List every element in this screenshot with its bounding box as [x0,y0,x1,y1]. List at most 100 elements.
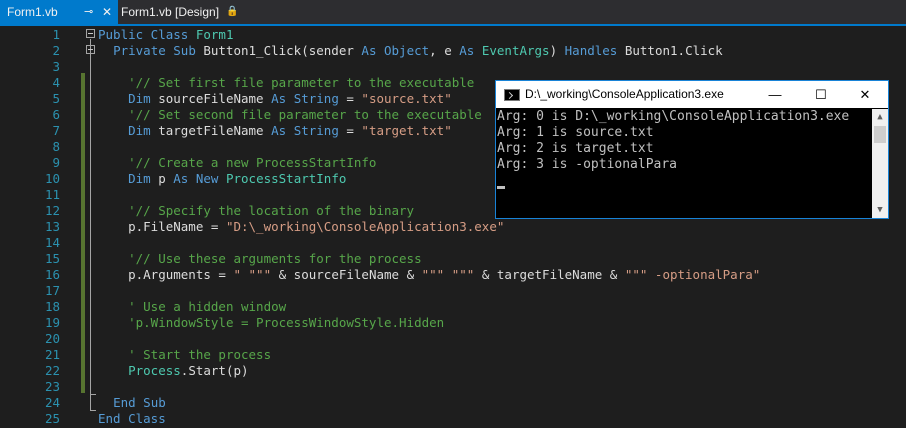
code-line[interactable]: 2 Private Sub Button1_Click(sender As Ob… [0,43,906,59]
code-text[interactable]: p.Arguments = " """ & sourceFileName & "… [98,267,760,283]
code-token: Button1.Click [624,43,723,58]
line-number: 13 [44,219,60,234]
code-text[interactable]: p.FileName = "D:\_working\ConsoleApplica… [98,219,504,235]
line-number: 15 [44,251,60,266]
minimize-button[interactable]: — [752,81,798,108]
code-text[interactable]: End Class [98,411,166,427]
code-text[interactable]: '// Set second file parameter to the exe… [98,107,482,123]
console-scrollbar[interactable]: ▲ ▼ [872,109,888,218]
string-token: """ -optionalPara" [624,267,761,282]
code-text[interactable]: '// Use these arguments for the process [98,251,422,267]
output-line: Arg: 2 is target.txt [497,141,654,156]
line-number: 3 [52,59,60,74]
code-line[interactable]: 13 p.FileName = "D:\_working\ConsoleAppl… [0,219,906,235]
code-line[interactable]: 3 [0,59,906,75]
code-line[interactable]: 15 '// Use these arguments for the proce… [0,251,906,267]
line-number: 10 [44,171,60,186]
code-token: p.Arguments = [98,267,234,282]
code-line[interactable]: 24 End Sub [0,395,906,411]
line-number: 25 [44,411,60,426]
code-text[interactable]: Process.Start(p) [98,363,248,379]
keyword-token: As [459,43,482,58]
line-number: 16 [44,267,60,282]
type-token: ProcessStartInfo [225,171,347,186]
line-number: 7 [52,123,60,138]
code-line[interactable]: 16 p.Arguments = " """ & sourceFileName … [0,267,906,283]
tab-form1-design[interactable]: Form1.vb [Design] 🔒 [118,0,238,24]
code-text[interactable]: ' Use a hidden window [98,299,286,315]
comment-token: '// Specify the location of the binary [128,203,415,218]
code-line[interactable]: 19 'p.WindowStyle = ProcessWindowStyle.H… [0,315,906,331]
line-number: 22 [44,363,60,378]
code-line[interactable]: 25 End Class [0,411,906,427]
code-text[interactable]: '// Create a new ProcessStartInfo [98,155,376,171]
code-text[interactable]: Dim sourceFileName As String = "source.t… [98,91,452,107]
console-window[interactable]: D:\_working\ConsoleApplication3.exe — ☐ … [495,80,889,219]
code-line[interactable]: 23 [0,379,906,395]
string-token: "D:\_working\ConsoleApplication3.exe" [225,219,505,234]
comment-token: '// Set first file parameter to the exec… [128,75,475,90]
keyword-token: Private Sub [113,43,204,58]
scrollbar-thumb[interactable] [874,126,886,143]
output-line: Arg: 0 is D:\_working\ConsoleApplication… [497,109,850,124]
code-token: & targetFileName & [474,267,625,282]
code-line[interactable]: 22 Process.Start(p) [0,363,906,379]
code-line[interactable]: 17 [0,283,906,299]
code-text[interactable]: ' Start the process [98,347,271,363]
line-number: 1 [52,27,60,42]
code-line[interactable]: 1 Public Class Form1 [0,27,906,43]
code-token: = [338,91,362,106]
code-line[interactable]: 20 [0,331,906,347]
code-text[interactable]: '// Specify the location of the binary [98,203,414,219]
text-cursor [497,186,505,189]
keyword-token: End Class [98,411,166,426]
code-token: p.FileName = [98,219,226,234]
output-line: Arg: 3 is -optionalPara [497,157,678,172]
scroll-up-icon[interactable]: ▲ [872,109,888,125]
code-token: ) [549,43,565,58]
code-line[interactable]: 21 ' Start the process [0,347,906,363]
keyword-token: As [271,91,294,106]
string-token: "source.txt" [361,91,452,106]
close-button[interactable]: ✕ [842,81,888,108]
line-number: 5 [52,91,60,106]
string-token: " """ [233,267,272,282]
close-icon[interactable]: ✕ [102,0,112,24]
code-text[interactable]: Dim p As New ProcessStartInfo [98,171,346,187]
console-title-bar[interactable]: D:\_working\ConsoleApplication3.exe — ☐ … [496,81,888,108]
code-text[interactable]: Dim targetFileName As String = "target.t… [98,123,452,139]
code-text[interactable]: Public Class Form1 [98,27,233,43]
code-text[interactable]: Private Sub Button1_Click(sender As Obje… [98,43,723,59]
keyword-token: Public Class [98,27,196,42]
code-line[interactable]: 14 [0,235,906,251]
string-token: """ """ [421,267,475,282]
comment-token: ' Use a hidden window [128,299,287,314]
keyword-token: End Sub [113,395,166,410]
scroll-down-icon[interactable]: ▼ [872,202,888,218]
line-number: 24 [44,395,60,410]
type-token: Form1 [195,27,234,42]
line-number: 6 [52,107,60,122]
pin-icon[interactable]: ⊸ [84,0,93,24]
line-number: 18 [44,299,60,314]
line-number: 19 [44,315,60,330]
code-text[interactable]: End Sub [98,395,166,411]
keyword-token: Handles [564,43,625,58]
code-text[interactable]: '// Set first file parameter to the exec… [98,75,474,91]
keyword-token: As [271,123,294,138]
maximize-button[interactable]: ☐ [798,81,844,108]
code-text[interactable]: 'p.WindowStyle = ProcessWindowStyle.Hidd… [98,315,444,331]
line-number: 21 [44,347,60,362]
tab-form1-vb[interactable]: Form1.vb ⊸ ✕ [0,0,118,24]
code-line[interactable]: 18 ' Use a hidden window [0,299,906,315]
output-line: Arg: 1 is source.txt [497,125,654,140]
string-token: "target.txt" [361,123,452,138]
